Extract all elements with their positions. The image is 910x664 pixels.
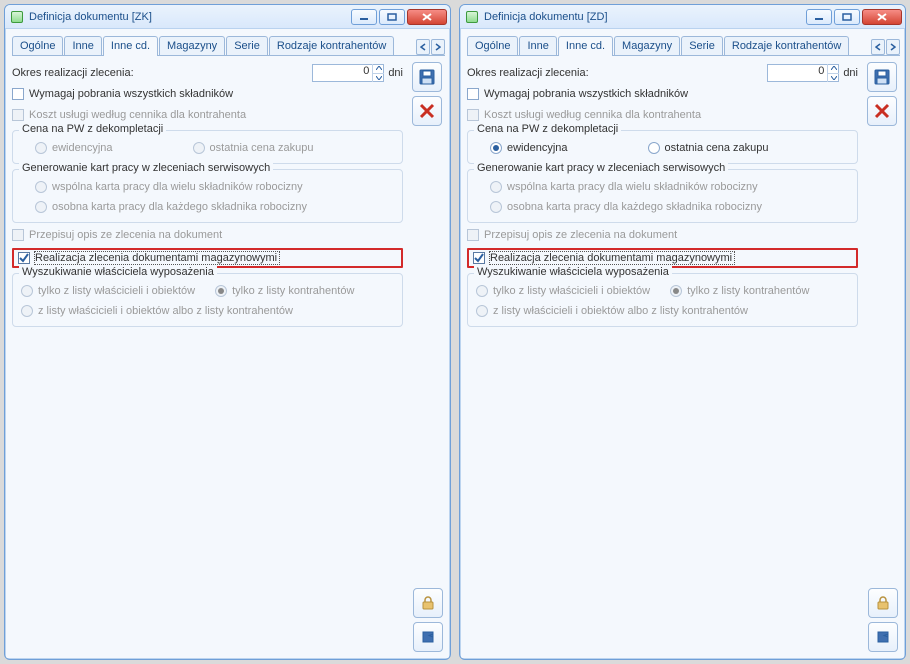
cancel-button[interactable] [867,96,897,126]
tab-inne[interactable]: Inne [519,36,556,55]
minimize-button[interactable] [351,9,377,25]
chk-realizacja[interactable]: Realizacja zlecenia dokumentami magazyno… [18,252,397,264]
window-title: Definicja dokumentu [ZK] [29,11,351,23]
group-wyszukiwanie: Wyszukiwanie właściciela wyposażenia tyl… [12,273,403,327]
tab-rodzaje[interactable]: Rodzaje kontrahentów [724,36,849,55]
tab-scroll-left[interactable] [416,39,430,55]
okres-value: 0 [818,65,824,77]
rad-wspolna: wspólna karta pracy dla wielu składników… [35,181,303,193]
chk-wymagaj[interactable]: Wymagaj pobrania wszystkich składników [12,84,403,104]
tab-inne-cd[interactable]: Inne cd. [558,36,613,56]
rad-kontrahentow: tylko z listy kontrahentów [670,285,809,297]
tab-inne-cd[interactable]: Inne cd. [103,36,158,56]
tab-magazyny[interactable]: Magazyny [159,36,225,55]
okres-spin-up[interactable] [373,64,384,74]
app-icon [466,11,478,23]
tab-scroll-right[interactable] [431,39,445,55]
tab-serie[interactable]: Serie [681,36,723,55]
okres-spin-down[interactable] [373,74,384,83]
bookmark-button[interactable] [868,622,898,652]
save-button[interactable] [412,62,442,92]
tab-rodzaje[interactable]: Rodzaje kontrahentów [269,36,394,55]
chk-wymagaj[interactable]: Wymagaj pobrania wszystkich składników [467,84,858,104]
group-cena: Cena na PW z dekompletacji ewidencyjna o… [12,130,403,164]
tab-serie[interactable]: Serie [226,36,268,55]
maximize-button[interactable] [834,9,860,25]
tab-strip: Ogólne Inne Inne cd. Magazyny Serie Rodz… [467,34,900,56]
chk-realizacja[interactable]: Realizacja zlecenia dokumentami magazyno… [473,252,852,264]
rad-both: z listy właścicieli i obiektów albo z li… [21,305,293,317]
close-button[interactable] [407,9,447,25]
tab-scroll-left[interactable] [871,39,885,55]
okres-input[interactable]: 0 [767,64,839,82]
chk-koszt: Koszt usługi według cennika dla kontrahe… [467,105,858,125]
tab-strip: Ogólne Inne Inne cd. Magazyny Serie Rodz… [12,34,445,56]
window-zk: Definicja dokumentu [ZK] Ogólne Inne Inn… [4,4,451,660]
rad-osobna: osobna karta pracy dla każdego składnika… [490,201,762,213]
group-generowanie: Generowanie kart pracy w zleceniach serw… [467,169,858,223]
group-wyszukiwanie: Wyszukiwanie właściciela wyposażenia tyl… [467,273,858,327]
chk-przepisuj: Przepisuj opis ze zlecenia na dokument [467,225,858,245]
rad-wlascicieli: tylko z listy właścicieli i obiektów [21,285,195,297]
rad-ewidencyjna[interactable]: ewidencyjna [490,142,568,154]
rad-wspolna: wspólna karta pracy dla wielu składników… [490,181,758,193]
okres-spin-down[interactable] [828,74,839,83]
tab-ogolne[interactable]: Ogólne [467,36,518,55]
rad-wlascicieli: tylko z listy właścicieli i obiektów [476,285,650,297]
group-generowanie: Generowanie kart pracy w zleceniach serw… [12,169,403,223]
okres-unit: dni [388,67,403,79]
titlebar: Definicja dokumentu [ZD] [460,5,905,29]
okres-label: Okres realizacji zlecenia: [12,67,134,79]
tab-scroll-right[interactable] [886,39,900,55]
rad-ostatnia[interactable]: ostatnia cena zakupu [648,142,769,154]
okres-unit: dni [843,67,858,79]
rad-ostatnia: ostatnia cena zakupu [193,142,314,154]
tab-inne[interactable]: Inne [64,36,101,55]
rad-both: z listy właścicieli i obiektów albo z li… [476,305,748,317]
group-cena: Cena na PW z dekompletacji ewidencyjna o… [467,130,858,164]
okres-spin-up[interactable] [828,64,839,74]
bookmark-button[interactable] [413,622,443,652]
lock-button[interactable] [868,588,898,618]
app-icon [11,11,23,23]
okres-input[interactable]: 0 [312,64,384,82]
okres-label: Okres realizacji zlecenia: [467,67,589,79]
minimize-button[interactable] [806,9,832,25]
rad-osobna: osobna karta pracy dla każdego składnika… [35,201,307,213]
cancel-button[interactable] [412,96,442,126]
titlebar: Definicja dokumentu [ZK] [5,5,450,29]
chk-koszt: Koszt usługi według cennika dla kontrahe… [12,105,403,125]
window-zd: Definicja dokumentu [ZD] Ogólne Inne Inn… [459,4,906,660]
rad-ewidencyjna: ewidencyjna [35,142,113,154]
save-button[interactable] [867,62,897,92]
chk-przepisuj: Przepisuj opis ze zlecenia na dokument [12,225,403,245]
window-title: Definicja dokumentu [ZD] [484,11,806,23]
tab-ogolne[interactable]: Ogólne [12,36,63,55]
okres-value: 0 [363,65,369,77]
lock-button[interactable] [413,588,443,618]
tab-magazyny[interactable]: Magazyny [614,36,680,55]
rad-kontrahentow: tylko z listy kontrahentów [215,285,354,297]
maximize-button[interactable] [379,9,405,25]
close-button[interactable] [862,9,902,25]
